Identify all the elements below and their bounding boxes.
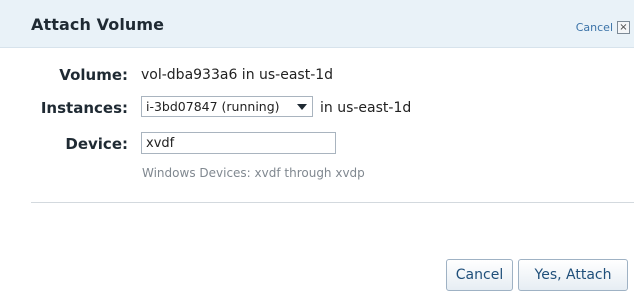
device-label: Device:: [65, 135, 128, 153]
dialog-title: Attach Volume: [31, 15, 165, 34]
instances-zone: in us-east-1d: [320, 100, 412, 116]
volume-value: vol-dba933a6 in us-east-1d: [141, 67, 334, 83]
instances-select[interactable]: i-3bd07847 (running): [141, 96, 313, 117]
close-icon[interactable]: ×: [617, 21, 630, 34]
device-input[interactable]: [141, 132, 336, 154]
divider: [31, 202, 634, 203]
dialog-header: Attach Volume Cancel ×: [0, 0, 634, 48]
header-cancel-label[interactable]: Cancel: [576, 21, 613, 34]
cancel-button[interactable]: Cancel: [446, 259, 513, 291]
header-cancel-link[interactable]: Cancel ×: [576, 21, 630, 34]
device-hint: Windows Devices: xvdf through xvdp: [142, 166, 365, 180]
attach-volume-dialog: Attach Volume Cancel × Volume: vol-dba93…: [0, 0, 634, 291]
instances-label: Instances:: [40, 99, 128, 117]
yes-attach-button[interactable]: Yes, Attach: [518, 259, 628, 291]
volume-label: Volume:: [59, 66, 128, 84]
chevron-down-icon[interactable]: [292, 97, 312, 116]
instances-selected-value[interactable]: i-3bd07847 (running): [142, 99, 292, 114]
